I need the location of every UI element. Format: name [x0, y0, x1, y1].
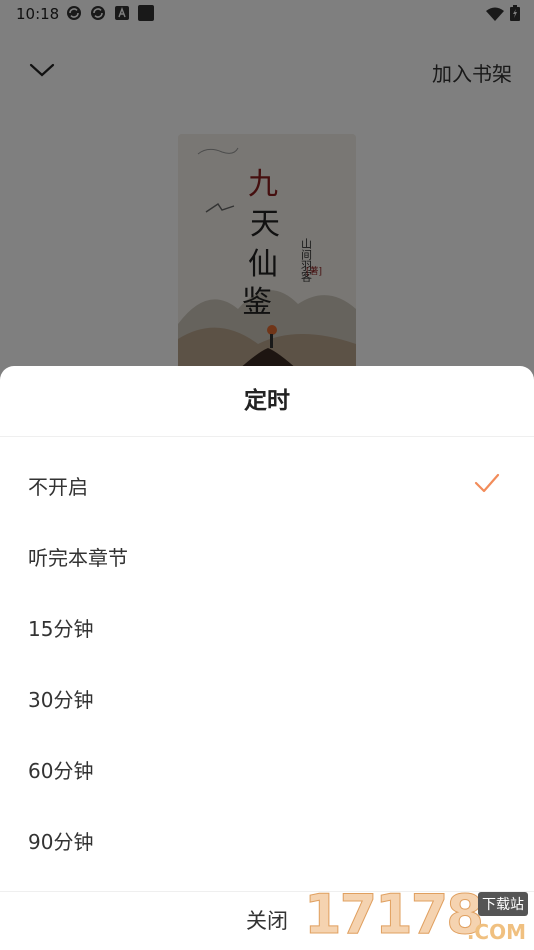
- timer-options: 不开启 听完本章节 15分钟 30分钟 60分钟 90分钟: [0, 451, 534, 877]
- option-label: 90分钟: [28, 830, 94, 854]
- timer-sheet: 定时 不开启 听完本章节 15分钟 30分钟 60分钟 90分钟 关闭: [0, 366, 534, 950]
- close-label: 关闭: [246, 909, 288, 933]
- sheet-title: 定时: [0, 366, 534, 437]
- timer-option-15min[interactable]: 15分钟: [0, 593, 534, 664]
- timer-option-90min[interactable]: 90分钟: [0, 806, 534, 877]
- watermark-tag: 下载站: [478, 892, 528, 916]
- watermark-suffix: .COM: [466, 920, 526, 944]
- option-label: 60分钟: [28, 759, 94, 783]
- option-label: 不开启: [28, 475, 88, 499]
- watermark-digits: 17178: [304, 883, 485, 947]
- timer-option-off[interactable]: 不开启: [0, 451, 534, 522]
- option-label: 15分钟: [28, 617, 94, 641]
- check-icon: [474, 473, 500, 493]
- timer-option-30min[interactable]: 30分钟: [0, 664, 534, 735]
- site-watermark: 17178 下载站 .COM: [304, 883, 528, 948]
- option-label: 30分钟: [28, 688, 94, 712]
- timer-option-60min[interactable]: 60分钟: [0, 735, 534, 806]
- timer-option-chapter-end[interactable]: 听完本章节: [0, 522, 534, 593]
- option-label: 听完本章节: [28, 546, 128, 570]
